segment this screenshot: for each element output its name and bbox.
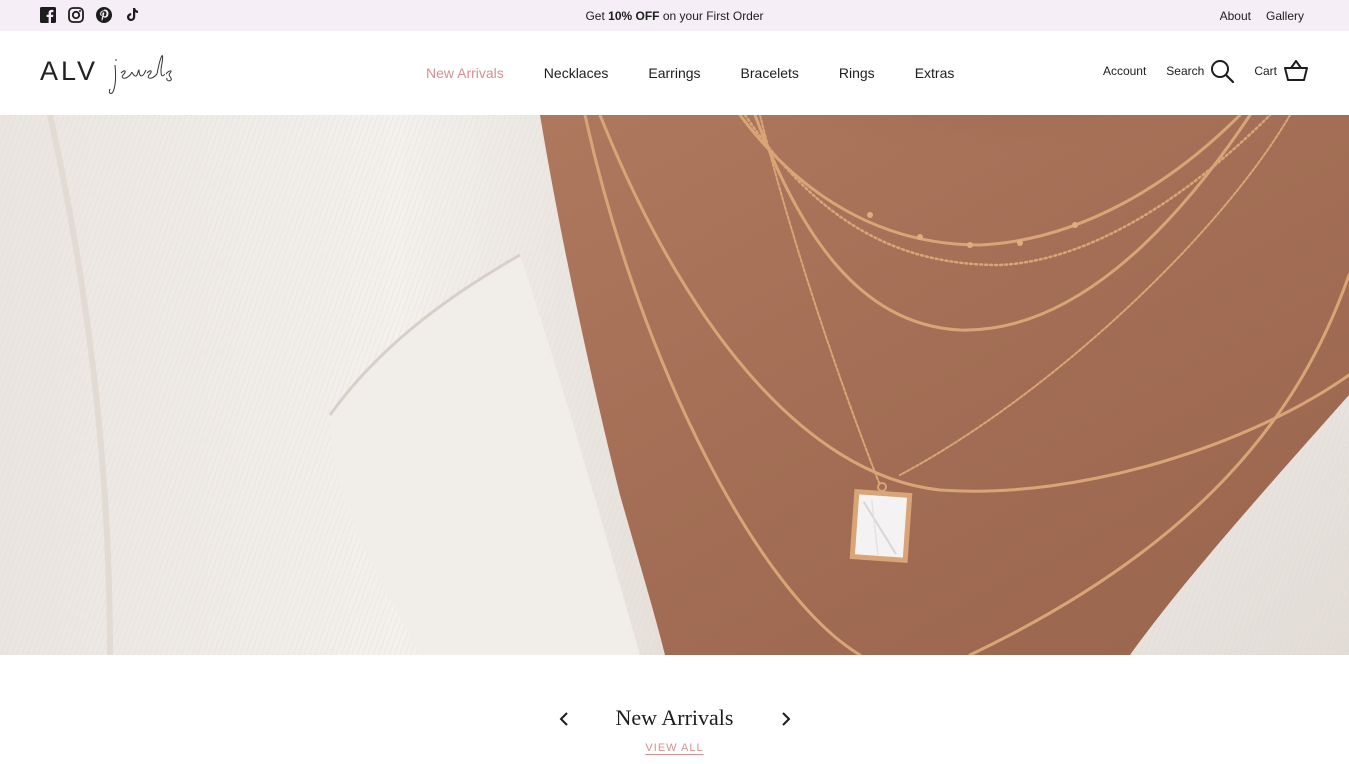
- nav-rings[interactable]: Rings: [839, 65, 875, 81]
- gallery-link[interactable]: Gallery: [1266, 9, 1304, 23]
- promo-text: Get 10% OFF on your First Order: [0, 9, 1349, 23]
- logo-text: ALV: [40, 56, 99, 86]
- account-label: Account: [1102, 64, 1147, 78]
- nav-bracelets[interactable]: Bracelets: [741, 65, 799, 81]
- new-arrivals-section: New Arrivals VIEW ALL: [0, 655, 1349, 764]
- promo-suffix: on your First Order: [659, 9, 764, 23]
- chevron-right-icon[interactable]: [779, 711, 793, 727]
- account-link[interactable]: Account: [1103, 64, 1146, 78]
- hero-banner[interactable]: [0, 115, 1349, 655]
- logo-script-mark: [109, 55, 172, 94]
- announcement-bar: Get 10% OFF on your First Order About Ga…: [0, 0, 1349, 31]
- view-all-link[interactable]: VIEW ALL: [645, 742, 703, 754]
- nav-new-arrivals[interactable]: New Arrivals: [426, 65, 504, 81]
- logo-script-text: jewels: [40, 47, 41, 48]
- hero-image: [0, 115, 1349, 655]
- search-label: Search: [1166, 64, 1205, 78]
- cart-label: Cart: [1254, 64, 1277, 78]
- view-all: VIEW ALL: [0, 742, 1349, 754]
- search-button[interactable]: Search: [1166, 59, 1235, 83]
- nav-earrings[interactable]: Earrings: [648, 65, 700, 81]
- promo-highlight: 10% OFF: [608, 9, 660, 23]
- logo[interactable]: ALV jewels: [40, 47, 190, 97]
- search-icon: [1211, 60, 1235, 83]
- header-actions: Account Search Cart: [1103, 59, 1309, 83]
- cart-button[interactable]: Cart: [1254, 60, 1309, 82]
- basket-icon: [1284, 60, 1308, 81]
- site-header: ALV jewels New Arrivals Necklaces Earrin…: [0, 31, 1349, 115]
- promo-prefix: Get: [585, 9, 609, 23]
- nav-extras[interactable]: Extras: [915, 65, 955, 81]
- about-link[interactable]: About: [1220, 9, 1251, 23]
- main-nav: New Arrivals Necklaces Earrings Bracelet…: [426, 65, 994, 81]
- section-title: New Arrivals: [615, 705, 734, 730]
- top-links: About Gallery: [1220, 9, 1304, 23]
- nav-necklaces[interactable]: Necklaces: [544, 65, 609, 81]
